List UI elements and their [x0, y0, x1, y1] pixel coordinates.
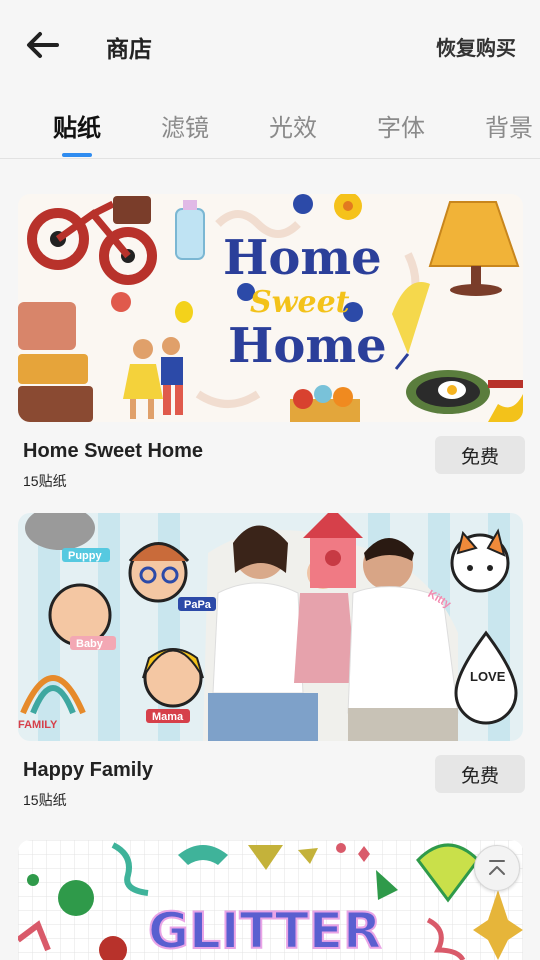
sticker-baby: Baby [76, 638, 104, 650]
tab-stickers[interactable]: 贴纸 [53, 108, 101, 143]
page-title: 商店 [106, 36, 152, 62]
glitter-banner[interactable]: GLITTER [18, 840, 523, 960]
sticker-puppy: Puppy [68, 550, 102, 562]
banner-line-home: Home [223, 230, 382, 286]
tab-fonts[interactable]: 字体 [377, 108, 425, 143]
pack-sticker-count: 15贴纸 [23, 473, 67, 489]
banner-line-glitter: GLITTER [148, 902, 382, 960]
top-bar: 商店 恢复购买 [0, 0, 540, 90]
tab-filters[interactable]: 滤镜 [161, 108, 209, 143]
tab-backgrounds[interactable]: 背景 [485, 108, 533, 143]
free-button[interactable]: 免费 [435, 436, 525, 474]
category-tabs: 贴纸 滤镜 光效 字体 背景 [0, 90, 540, 159]
active-tab-indicator [62, 153, 92, 157]
scroll-to-top-button[interactable] [474, 845, 520, 891]
banner-line-sweet: Sweet [250, 285, 350, 320]
home-sweet-home-illustration: Home Sweet Home [18, 194, 523, 422]
pack-name: Home Sweet Home [23, 440, 204, 462]
pack-name: Happy Family [23, 759, 154, 781]
glitter-illustration: GLITTER [18, 840, 523, 960]
home-sweet-home-banner[interactable]: Home Sweet Home [18, 194, 523, 422]
happy-family-banner[interactable]: Puppy PaPa Baby Mama FAMILY Kitty LOVE [18, 513, 523, 741]
happy-family-illustration: Puppy PaPa Baby Mama FAMILY Kitty LOVE [18, 513, 523, 741]
chevron-up-bar-icon [489, 860, 505, 875]
arrow-left-icon [27, 32, 59, 58]
sticker-family: FAMILY [18, 719, 58, 731]
sticker-mama: Mama [152, 711, 184, 723]
free-button[interactable]: 免费 [435, 755, 525, 793]
tab-light-effects[interactable]: 光效 [269, 108, 317, 143]
back-button[interactable] [22, 27, 62, 63]
banner-line-home-2: Home [228, 318, 387, 374]
pack-sticker-count: 15贴纸 [23, 792, 67, 808]
sticker-papa: PaPa [184, 599, 212, 611]
restore-purchase-button[interactable]: 恢复购买 [436, 32, 516, 61]
sticker-love: LOVE [470, 669, 506, 684]
